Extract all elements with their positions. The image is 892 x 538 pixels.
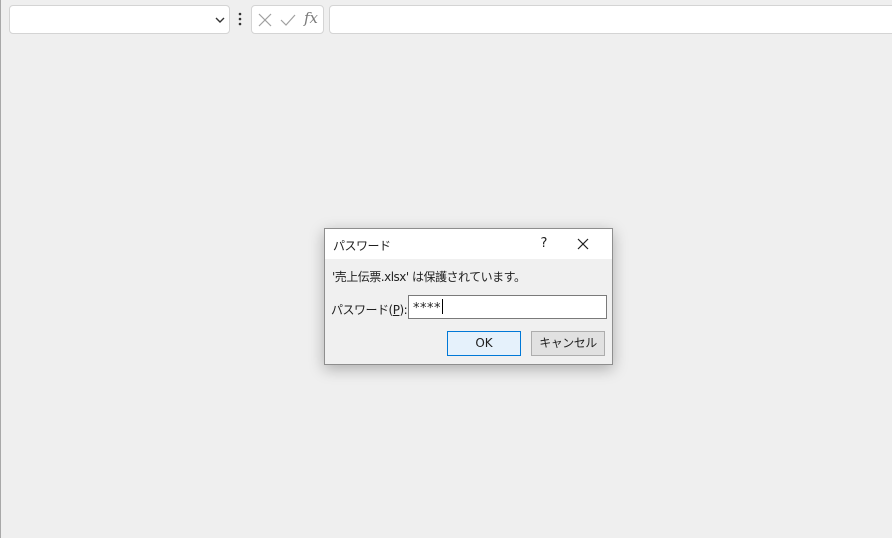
password-value: **** [413,299,443,316]
enter-check-icon[interactable] [280,12,296,28]
password-dialog: パスワード ? '売上伝票.xlsx' は保護されています。 パスワード(P):… [324,228,613,365]
password-label-suffix: ): [399,303,408,317]
password-input[interactable]: **** [408,295,607,319]
insert-function-button[interactable]: fx [304,9,318,27]
formula-input[interactable] [329,5,892,34]
name-box[interactable] [9,5,230,34]
help-button[interactable]: ? [531,229,557,259]
more-options-icon[interactable] [237,11,243,27]
cancel-x-icon[interactable] [257,12,273,28]
text-caret [442,299,443,314]
dialog-titlebar[interactable]: パスワード ? [325,229,612,259]
window-left-border [0,0,1,538]
ok-button[interactable]: OK [447,331,521,356]
chevron-down-icon[interactable] [214,14,226,26]
password-label: パスワード(P): [331,301,408,318]
dialog-title: パスワード [333,239,391,253]
password-mask: **** [413,301,441,316]
cancel-button[interactable]: キャンセル [531,331,605,356]
protection-message: '売上伝票.xlsx' は保護されています。 [332,270,526,284]
formula-buttons: fx [251,5,324,34]
formula-bar: fx [0,0,892,40]
password-label-prefix: パスワード( [331,303,393,317]
close-icon[interactable] [575,236,591,252]
